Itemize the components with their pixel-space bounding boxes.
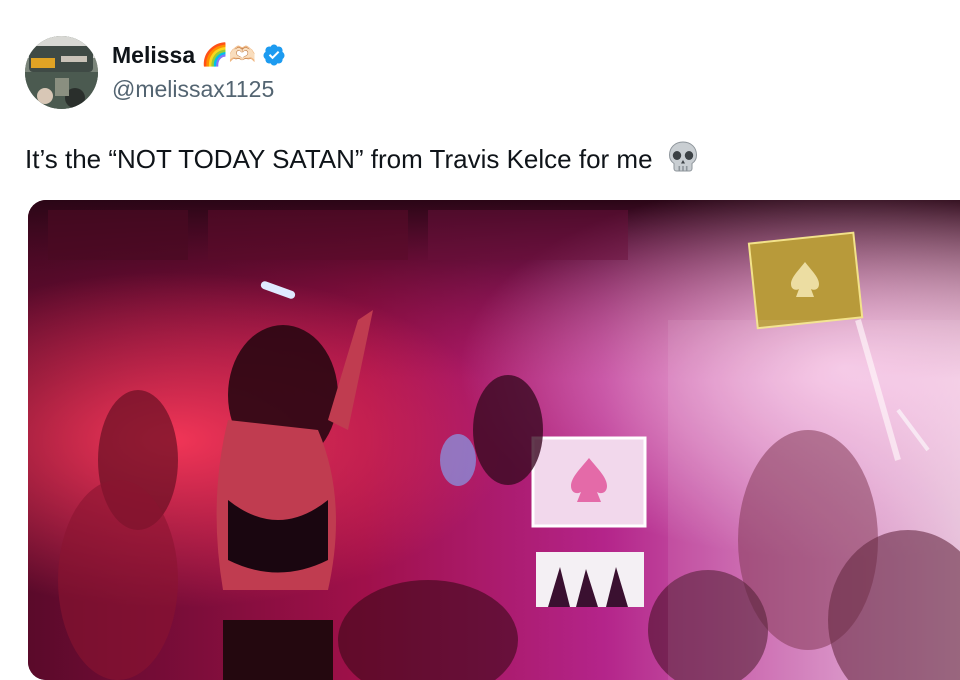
avatar-photo-icon — [25, 36, 98, 109]
tweet-text-content: It’s the “NOT TODAY SATAN” from Travis K… — [25, 144, 653, 174]
verified-badge-icon[interactable] — [262, 43, 286, 67]
tweet-media-photo[interactable] — [28, 200, 960, 680]
author-avatar[interactable] — [25, 36, 98, 109]
skull-icon — [668, 141, 697, 172]
author-handle[interactable]: @melissax1125 — [112, 76, 274, 103]
name-emojis: 🌈🫶🏻 — [201, 42, 256, 67]
nightclub-photo-icon — [28, 200, 960, 680]
author-name-row: Melissa 🌈🫶🏻 — [112, 40, 286, 70]
tweet-text: It’s the “NOT TODAY SATAN” from Travis K… — [25, 140, 700, 175]
author-display-name[interactable]: Melissa — [112, 42, 195, 69]
